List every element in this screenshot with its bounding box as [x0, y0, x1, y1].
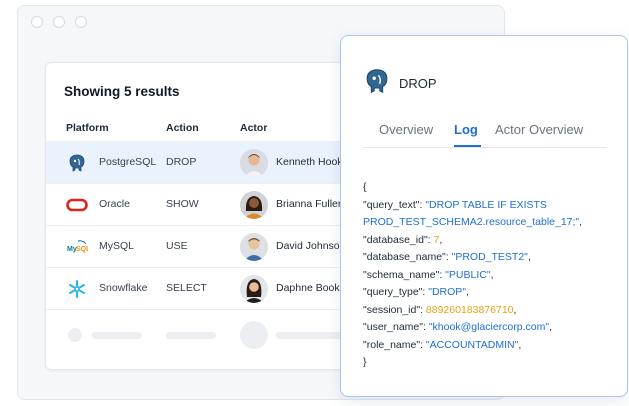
log-comma: , — [549, 321, 552, 333]
window-dot-maximize[interactable] — [75, 16, 87, 28]
actor-name: Brianna Fuller — [276, 198, 342, 210]
detail-header: DROP — [363, 67, 437, 100]
log-line: "query_type": "DROP", — [363, 284, 623, 302]
log-comma: , — [439, 233, 443, 246]
skeleton-avatar — [240, 321, 268, 349]
skeleton-bar — [166, 332, 216, 339]
log-value: "khook@glaciercorp.com" — [428, 321, 550, 333]
tab-actor-overview[interactable]: Actor Overview — [495, 122, 583, 137]
avatar — [240, 191, 268, 219]
log-open-brace: { — [363, 181, 367, 193]
log-comma: , — [490, 268, 494, 281]
actor-name: David Johnson — [276, 240, 346, 252]
log-value: "PROD_TEST2" — [451, 251, 528, 263]
results-title: Showing 5 results — [64, 84, 180, 99]
avatar — [240, 233, 268, 261]
results-card: Showing 5 results Platform Action Actor … — [45, 62, 365, 370]
tab-overview[interactable]: Overview — [379, 122, 433, 137]
tabs-divider — [363, 147, 607, 148]
skeleton-icon — [68, 328, 82, 342]
window-controls — [31, 16, 87, 28]
log-line: "user_name": "khook@glaciercorp.com", — [363, 319, 623, 337]
svg-text:SQL: SQL — [76, 246, 88, 253]
log-key: "role_name": — [363, 338, 426, 351]
platform-name: Oracle — [99, 198, 130, 210]
snowflake-icon — [66, 279, 88, 299]
avatar — [240, 149, 268, 177]
log-json: { "query_text": "DROP TABLE IF EXISTS PR… — [363, 179, 623, 372]
actor-name: Daphne Booker — [276, 282, 349, 294]
action-value: USE — [166, 240, 188, 252]
detail-tabs: Overview Log Actor Overview — [379, 122, 609, 148]
column-header-action: Action — [166, 122, 199, 134]
actor-name: Kenneth Hooks — [276, 156, 348, 168]
detail-panel: DROP Overview Log Actor Overview { "quer… — [340, 35, 628, 397]
log-value: "DROP" — [428, 286, 467, 298]
log-key: "query_type": — [363, 286, 429, 298]
detail-title: DROP — [399, 76, 437, 91]
table-row[interactable]: Snowflake SELECT Daphne Booker — [46, 267, 364, 309]
log-key: "database_id": — [363, 233, 434, 246]
log-key: "database_name": — [363, 251, 452, 263]
log-comma: , — [466, 286, 469, 298]
log-line: "query_text": "DROP TABLE IF EXISTS PROD… — [363, 197, 623, 232]
mysql-icon: My SQL — [66, 237, 88, 257]
platform-name: Snowflake — [99, 282, 148, 294]
oracle-icon — [66, 195, 88, 215]
log-value: 889260183876710 — [425, 303, 514, 316]
column-header-actor: Actor — [240, 122, 268, 134]
avatar — [240, 275, 268, 303]
postgresql-icon — [363, 67, 391, 100]
log-entries: "query_text": "DROP TABLE IF EXISTS PROD… — [363, 197, 623, 355]
postgresql-icon — [66, 153, 88, 173]
table-row[interactable]: PostgreSQL DROP Kenneth Hooks — [46, 141, 364, 183]
log-line: "database_name": "PROD_TEST2", — [363, 249, 623, 267]
log-comma: , — [579, 216, 583, 228]
platform-name: MySQL — [99, 240, 135, 252]
tab-log[interactable]: Log — [454, 122, 478, 137]
window-dot-close[interactable] — [31, 16, 43, 28]
log-key: "user_name": — [363, 321, 429, 333]
platform-name: PostgreSQL — [99, 156, 157, 168]
log-comma: , — [518, 338, 522, 351]
table-row[interactable]: Oracle SHOW Brianna Fuller — [46, 183, 364, 225]
log-value: "ACCOUNTADMIN" — [425, 338, 519, 351]
log-line: "schema_name": "PUBLIC", — [363, 267, 623, 285]
skeleton-bar — [92, 332, 142, 339]
action-value: SHOW — [166, 198, 199, 210]
table-row[interactable]: My SQL MySQL USE David Johnson — [46, 225, 364, 267]
log-close-brace: } — [363, 356, 367, 368]
log-line: "database_id": 7, — [363, 232, 623, 250]
log-comma: , — [527, 251, 531, 263]
column-header-platform: Platform — [66, 122, 109, 134]
log-key: "query_text": — [363, 198, 426, 211]
loading-row — [46, 309, 364, 369]
log-line: "role_name": "ACCOUNTADMIN", — [363, 337, 623, 355]
log-key: "session_id": — [363, 303, 426, 316]
log-line: "session_id": 889260183876710, — [363, 302, 623, 320]
action-value: DROP — [166, 156, 197, 168]
window-dot-minimize[interactable] — [53, 16, 65, 28]
log-key: "schema_name": — [363, 268, 446, 281]
log-value: "PUBLIC" — [445, 268, 491, 281]
action-value: SELECT — [166, 282, 207, 294]
log-comma: , — [513, 303, 517, 316]
